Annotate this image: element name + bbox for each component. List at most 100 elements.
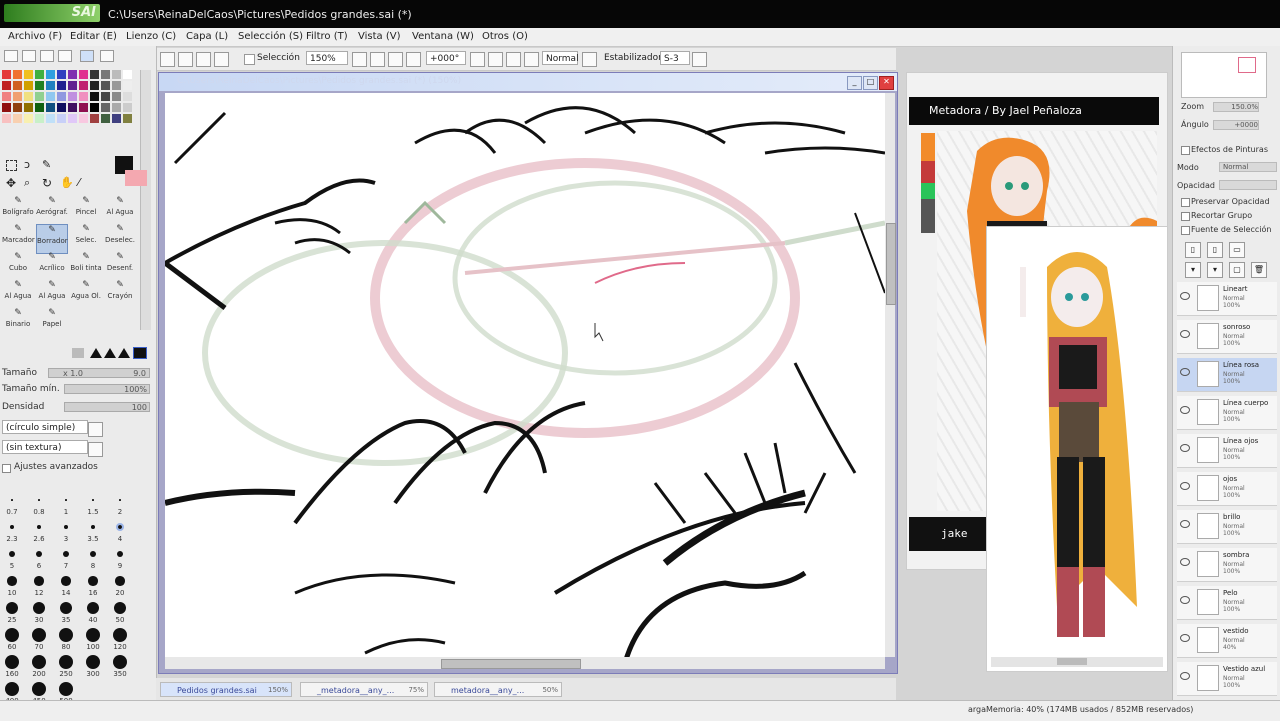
min-size-slider[interactable]: 100% — [64, 384, 150, 394]
color-swatch[interactable] — [90, 70, 99, 79]
eye-icon[interactable] — [1180, 596, 1190, 604]
color-swatch[interactable] — [2, 103, 11, 112]
palette-mode-6[interactable] — [100, 50, 114, 62]
eye-icon[interactable] — [1180, 406, 1190, 414]
tool-14[interactable]: ✎ Al Agua — [36, 280, 68, 310]
brush-size-preset[interactable] — [34, 576, 44, 586]
color-swatch[interactable] — [2, 70, 11, 79]
color-swatch[interactable] — [13, 103, 22, 112]
palette-mode-5[interactable] — [80, 50, 94, 62]
layer-row[interactable]: ojos Normal 100% — [1177, 472, 1277, 506]
tab-metadora-2[interactable]: metadora__any_... 50% — [434, 682, 562, 697]
brush-size-preset[interactable] — [61, 576, 71, 586]
color-swatch[interactable] — [57, 92, 66, 101]
layer-row[interactable]: sonroso Normal 100% — [1177, 320, 1277, 354]
new-folder-button[interactable]: ▭ — [1229, 242, 1245, 258]
tool-11[interactable]: ✎ Boli tinta — [70, 252, 102, 282]
zoom-select[interactable]: 150% — [306, 51, 348, 65]
brush-texture-button[interactable] — [88, 442, 103, 457]
tool-7[interactable]: ✎ Selec. — [70, 224, 102, 254]
color-swatch[interactable] — [24, 81, 33, 90]
tool-2[interactable]: ✎ Aerógraf. — [36, 196, 68, 226]
brush-size-preset[interactable] — [119, 499, 121, 501]
color-swatch[interactable] — [24, 70, 33, 79]
tool-12[interactable]: ✎ Desenf. — [104, 252, 136, 282]
brush-size-preset[interactable] — [92, 499, 94, 501]
brush-size-preset[interactable] — [59, 682, 73, 696]
magic-wand-icon[interactable]: ✎ — [42, 158, 51, 171]
swatch-scrollbar[interactable] — [140, 70, 151, 330]
brush-size-preset[interactable] — [90, 524, 96, 530]
color-swatch[interactable] — [2, 114, 11, 123]
brush-size-preset[interactable] — [7, 576, 17, 586]
color-swatch[interactable] — [68, 81, 77, 90]
layer-row[interactable]: sombra Normal 100% — [1177, 548, 1277, 582]
delete-layer-button[interactable]: 🗑 — [1251, 262, 1267, 278]
selection-checkbox[interactable] — [244, 54, 255, 65]
stabilizer-select[interactable]: S-3 — [660, 51, 690, 65]
brush-size-preset[interactable] — [38, 499, 40, 501]
eye-icon[interactable] — [1180, 634, 1190, 642]
color-swatch[interactable] — [35, 114, 44, 123]
minimize-button[interactable]: _ — [847, 76, 862, 90]
menu-ventana[interactable]: Ventana (W) — [412, 31, 474, 42]
color-swatch[interactable] — [101, 70, 110, 79]
color-swatch[interactable] — [35, 81, 44, 90]
color-swatch[interactable] — [57, 81, 66, 90]
color-swatch[interactable] — [24, 92, 33, 101]
brush-size-preset[interactable] — [86, 628, 100, 642]
eye-icon[interactable] — [1180, 330, 1190, 338]
color-swatch-grid[interactable] — [2, 70, 140, 164]
layer-row[interactable]: Línea ojos Normal 100% — [1177, 434, 1277, 468]
tab-pedidos-grandes[interactable]: Pedidos grandes.sai 150% — [160, 682, 292, 697]
brush-size-preset[interactable] — [88, 576, 98, 586]
brush-size-preset[interactable] — [63, 524, 69, 530]
color-swatch[interactable] — [46, 81, 55, 90]
ref2-h-scrollbar[interactable] — [991, 657, 1163, 667]
menu-filtro[interactable]: Filtro (T) — [306, 31, 348, 42]
palette-mode-1[interactable] — [4, 50, 18, 62]
ref2-h-scroll-thumb[interactable] — [1057, 658, 1087, 665]
rotate-left-button[interactable] — [470, 52, 485, 67]
menu-editar[interactable]: Editar (E) — [70, 31, 117, 42]
brush-size-preset[interactable] — [33, 602, 45, 614]
color-swatch[interactable] — [68, 114, 77, 123]
eye-icon[interactable] — [1180, 368, 1190, 376]
color-swatch[interactable] — [123, 70, 132, 79]
brush-size-preset[interactable] — [60, 602, 72, 614]
clip-group-checkbox[interactable] — [1181, 212, 1190, 221]
brush-size-preset[interactable] — [6, 602, 18, 614]
layer-row[interactable]: brillo Normal 100% — [1177, 510, 1277, 544]
zoom-fit-button[interactable] — [388, 52, 403, 67]
layer-row[interactable]: Línea cuerpo Normal 100% — [1177, 396, 1277, 430]
tool-17[interactable]: ✎ Binario — [2, 308, 34, 338]
eye-icon[interactable] — [1180, 558, 1190, 566]
color-swatch[interactable] — [2, 81, 11, 90]
menu-archivo[interactable]: Archivo (F) — [8, 31, 62, 42]
brush-size-preset[interactable] — [5, 655, 19, 669]
brush-shape-1[interactable] — [90, 348, 102, 358]
flip-button[interactable] — [524, 52, 539, 67]
brush-size-preset[interactable] — [36, 524, 42, 530]
new-layer-button[interactable]: ▯ — [1185, 242, 1201, 258]
color-swatch[interactable] — [35, 103, 44, 112]
brush-size-preset[interactable] — [5, 628, 19, 642]
brush-size-preset[interactable] — [32, 655, 46, 669]
move-icon[interactable]: ✥ — [6, 176, 16, 190]
color-swatch[interactable] — [79, 92, 88, 101]
color-swatch[interactable] — [90, 114, 99, 123]
paint-effects-toggle[interactable] — [1181, 146, 1190, 155]
color-swatch[interactable] — [57, 70, 66, 79]
color-swatch[interactable] — [35, 70, 44, 79]
color-swatch[interactable] — [123, 92, 132, 101]
color-swatch[interactable] — [112, 92, 121, 101]
brush-shape-3[interactable] — [118, 348, 130, 358]
menu-lienzo[interactable]: Lienzo (C) — [126, 31, 176, 42]
lasso-icon[interactable]: ↄ — [24, 158, 30, 171]
canvas-v-scrollbar[interactable] — [885, 93, 896, 657]
tool-5[interactable]: ✎ Marcador — [2, 224, 35, 254]
color-swatch[interactable] — [46, 103, 55, 112]
tool-16[interactable]: ✎ Crayón — [104, 280, 136, 310]
menu-capa[interactable]: Capa (L) — [186, 31, 228, 42]
tool-3[interactable]: ✎ Pincel — [70, 196, 102, 226]
